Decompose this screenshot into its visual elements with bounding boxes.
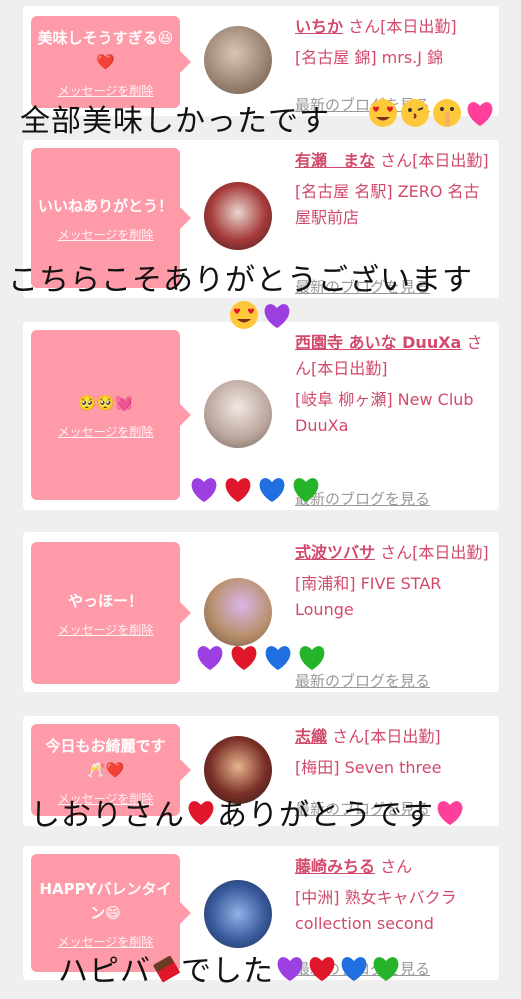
cast-name-link[interactable]: いちか [295, 17, 343, 36]
delete-message-link[interactable]: メッセージを削除 [58, 226, 154, 243]
red-heart-icon [188, 801, 214, 825]
overlay-text: しおりさん [30, 798, 185, 833]
overlay-text: 全部美味しかったです [20, 104, 330, 139]
avatar[interactable] [204, 182, 272, 250]
sparkling-heart-icon [467, 102, 493, 126]
overlay-caption: しおりさん ありがとうです [30, 790, 466, 834]
delete-message-link[interactable]: メッセージを削除 [58, 423, 154, 440]
message-text: いいねありがとう！ [37, 196, 173, 215]
sparkling-heart-icon [437, 801, 463, 825]
shop-name: [岐阜 柳ヶ瀬] New Club DuuXa [295, 390, 474, 435]
red-heart-icon [309, 957, 335, 981]
purple-heart-icon [277, 957, 303, 981]
green-heart-icon [299, 646, 325, 670]
message-text: 今日もお綺麗です🥂❤️ [45, 736, 166, 779]
cast-name-link[interactable]: 式波ツバサ [295, 543, 375, 562]
kiss-face-icon [401, 99, 429, 127]
purple-heart-icon [191, 478, 217, 502]
message-bubble: やっほー！ メッセージを削除 [31, 542, 191, 684]
shush-face-icon [433, 99, 461, 127]
emoji-stickers [194, 642, 328, 672]
red-heart-icon [225, 478, 251, 502]
heart-eyes-face-icon [230, 301, 258, 329]
cast-name-link[interactable]: 西園寺 あいな DuuXa [295, 333, 461, 352]
emoji-stickers [229, 300, 293, 330]
red-heart-icon [231, 646, 257, 670]
message-bubble: 美味しそうすぎる😆❤️ メッセージを削除 [31, 16, 191, 108]
message-text: HAPPYバレンタイン😄 [39, 879, 172, 922]
chocolate-bar-icon [153, 955, 181, 983]
cast-name-link[interactable]: 志織 [295, 727, 327, 746]
shop-name: [名古屋 錦] mrs.J 錦 [295, 48, 444, 67]
avatar[interactable] [204, 880, 272, 948]
cast-status: さん[本日出勤] [380, 151, 489, 170]
message-text: やっほー！ [67, 591, 143, 610]
avatar[interactable] [204, 578, 272, 646]
shop-name: [中洲] 熟女キャバクラ collection second [295, 888, 457, 933]
emoji-stickers [368, 98, 496, 128]
overlay-caption: こちらこそありがとうございます [8, 255, 473, 299]
overlay-text: ハピバ [58, 954, 151, 989]
heart-eyes-face-icon [369, 99, 397, 127]
avatar[interactable] [204, 26, 272, 94]
overlay-text: ありがとうです [217, 798, 434, 833]
shop-name: [梅田] Seven three [295, 758, 442, 777]
message-text: 🥺🥺💓 [77, 393, 134, 412]
delete-message-link[interactable]: メッセージを削除 [58, 621, 154, 638]
cast-name-link[interactable]: 有瀬 まな [295, 151, 375, 170]
blue-heart-icon [259, 478, 285, 502]
cast-status: さん[本日出勤] [348, 17, 457, 36]
emoji-stickers [188, 474, 322, 504]
overlay-caption: 全部美味しかったです [20, 96, 330, 140]
cast-status: さん [380, 857, 413, 876]
green-heart-icon [293, 478, 319, 502]
overlay-text: こちらこそありがとうございます [8, 263, 473, 298]
avatar[interactable] [204, 380, 272, 448]
blue-heart-icon [265, 646, 291, 670]
cast-status: さん[本日出勤] [380, 543, 489, 562]
cast-status: さん[本日出勤] [332, 727, 441, 746]
purple-heart-icon [197, 646, 223, 670]
overlay-caption: ハピバ でした [58, 946, 402, 990]
cast-name-link[interactable]: 藤崎みちる [295, 857, 375, 876]
shop-name: [南浦和] FIVE STAR Lounge [295, 574, 442, 619]
shop-name: [名古屋 名駅] ZERO 名古屋駅前店 [295, 182, 480, 227]
message-text: 美味しそうすぎる😆❤️ [37, 28, 174, 71]
overlay-text: でした [181, 954, 274, 989]
blue-heart-icon [341, 957, 367, 981]
green-heart-icon [373, 957, 399, 981]
message-bubble: 🥺🥺💓 メッセージを削除 [31, 330, 191, 500]
purple-heart-icon [264, 304, 290, 328]
